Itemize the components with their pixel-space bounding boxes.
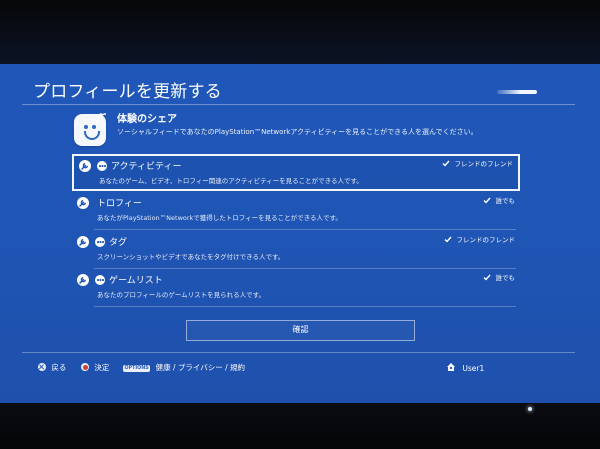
setting-value-text: 誰でも [495,197,516,205]
enter-control[interactable]: 決定 [81,362,109,374]
setting-label: トロフィー [97,199,142,209]
privacy-dots-icon [95,275,105,285]
share-description: ソーシャルフィードであなたのPlayStation™Networkアクティビティ… [117,128,478,136]
check-icon [483,274,491,281]
smiley-left-eye [84,125,88,129]
back-label: 戻る [51,363,67,372]
footer-bar: 戻る 決定 OPTIONS 健康 / プライバシー / 規約 User1 [0,360,600,376]
setting-value: 誰でも [483,274,515,282]
confirm-button[interactable]: 確認 [186,320,415,341]
setting-label: ゲームリスト [109,276,163,286]
user-label: User1 [462,364,485,373]
circle-button-icon [81,363,89,371]
options-label: 健康 / プライバシー / 規約 [155,363,246,372]
setting-description: あなたのゲーム、ビデオ、トロフィー関連のアクティビティーを見ることができる人です… [99,177,363,185]
setting-description: あなたがPlayStation™Networkで獲得したトロフィーを見ることがで… [97,214,342,222]
check-icon [483,197,491,204]
privacy-dots-icon [95,237,105,247]
scroll-indicator [497,90,537,94]
title-divider [22,104,575,105]
check-icon [442,160,450,167]
tv-bottom-frame [0,403,600,449]
row-divider [94,268,516,269]
setting-row-tag[interactable]: タグ スクリーンショットやビデオであなたをタグ付けできる人です。 フレンドのフレ… [72,232,520,269]
setting-label: アクティビティー [111,162,182,172]
smiley-mouth [84,131,100,140]
setting-value: フレンドのフレンド [444,236,515,244]
page-title: プロフィールを更新する [33,82,222,102]
setting-value-text: フレンドのフレンド [456,236,516,244]
share-title: 体験のシェア [117,114,177,125]
setting-row-game-list[interactable]: ゲームリスト あなたのプロフィールのゲームリストを見られる人です。 誰でも [72,270,520,307]
row-divider [94,306,516,307]
setting-row-activity[interactable]: アクティビティー あなたのゲーム、ビデオ、トロフィー関連のアクティビティーを見る… [72,154,520,191]
setting-value-text: フレンドのフレンド [454,160,514,168]
options-control[interactable]: OPTIONS 健康 / プライバシー / 規約 [123,362,245,374]
setting-value: フレンドのフレンド [442,160,513,168]
row-divider [94,229,516,230]
setting-row-trophy[interactable]: トロフィー あなたがPlayStation™Networkで獲得したトロフィーを… [72,193,520,230]
user-home-icon [447,363,455,371]
setting-label: タグ [109,238,128,248]
ps4-screen: プロフィールを更新する 体験のシェア ソーシャルフィードであなたのPlaySta… [0,0,600,449]
options-button-icon: OPTIONS [123,365,151,372]
back-control[interactable]: 戻る [38,362,66,374]
share-broadcast-icon [96,113,107,124]
privacy-dots-icon [97,161,107,171]
tv-power-led [528,407,532,411]
wrench-icon [79,160,91,172]
enter-label: 決定 [94,363,110,372]
wrench-icon [77,236,89,248]
wrench-icon [77,274,89,286]
screen-top-bezel [0,0,600,64]
setting-description: スクリーンショットやビデオであなたをタグ付けできる人です。 [97,253,285,261]
setting-description: あなたのプロフィールのゲームリストを見られる人です。 [97,291,266,299]
setting-value-text: 誰でも [495,274,516,282]
smiley-right-eye [92,125,96,129]
cross-button-icon [38,363,46,371]
footer-divider [22,352,575,353]
setting-value: 誰でも [483,197,515,205]
user-control[interactable]: User1 [446,362,484,374]
check-icon [444,236,452,243]
wrench-icon [77,197,89,209]
